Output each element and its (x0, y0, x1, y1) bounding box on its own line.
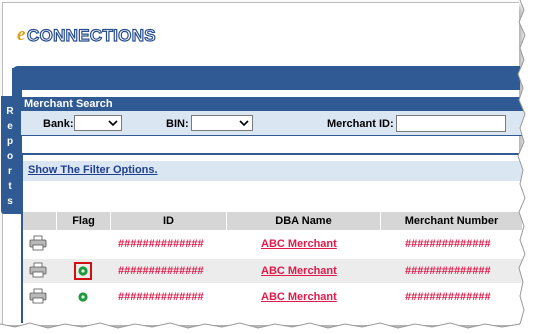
column-header-print (23, 212, 57, 230)
torn-edge-right (517, 0, 543, 334)
header-band (12, 66, 520, 90)
green-flag-icon[interactable] (78, 292, 88, 302)
merchant-id-label: Merchant ID: (327, 118, 394, 130)
column-header-merchant-number[interactable]: Merchant Number (381, 212, 523, 230)
merchant-search-title: Merchant Search (21, 97, 525, 111)
screenshot-canvas: e CONNECTIONS R e p o r t s Merchant Sea… (0, 0, 543, 334)
green-flag-icon[interactable] (78, 266, 88, 276)
dba-name-link[interactable]: ABC Merchant (261, 238, 337, 250)
show-filter-options-link[interactable]: Show The Filter Options. (28, 164, 158, 176)
dba-name-link[interactable]: ABC Merchant (261, 291, 337, 303)
reports-tab-letter: r (8, 166, 12, 177)
chevron-down-icon (239, 120, 249, 127)
reports-tab-letter: p (6, 136, 14, 147)
merchant-id-cell: ############## (118, 265, 204, 277)
bin-select[interactable] (191, 115, 253, 131)
reports-tab-letter: e (7, 121, 13, 132)
merchant-number-cell: ############## (405, 291, 491, 303)
bin-label: BIN: (166, 118, 189, 130)
reports-tab-letter: s (7, 196, 13, 207)
merchant-id-cell: ############## (118, 291, 204, 303)
reports-tab-letter: o (6, 151, 14, 162)
dba-name-link[interactable]: ABC Merchant (261, 265, 337, 277)
printer-icon[interactable] (29, 235, 47, 251)
merchant-id-input[interactable] (396, 115, 506, 132)
bank-select[interactable] (74, 115, 122, 131)
bank-label: Bank: (43, 118, 74, 130)
column-header-id[interactable]: ID (111, 212, 227, 230)
merchant-id-cell: ############## (118, 238, 204, 250)
printer-icon[interactable] (29, 262, 47, 278)
torn-edge-bottom (0, 322, 543, 334)
logo-text: CONNECTIONS (26, 25, 156, 45)
logo-e: e (17, 24, 26, 45)
chevron-down-icon (108, 120, 118, 127)
column-header-dba-name[interactable]: DBA Name (227, 212, 381, 230)
reports-tab-letter: R (6, 106, 14, 117)
printer-icon[interactable] (29, 288, 47, 304)
column-header-flag[interactable]: Flag (57, 212, 111, 230)
merchant-number-cell: ############## (405, 238, 491, 250)
reports-tab-letter: t (8, 181, 12, 192)
merchant-number-cell: ############## (405, 265, 491, 277)
